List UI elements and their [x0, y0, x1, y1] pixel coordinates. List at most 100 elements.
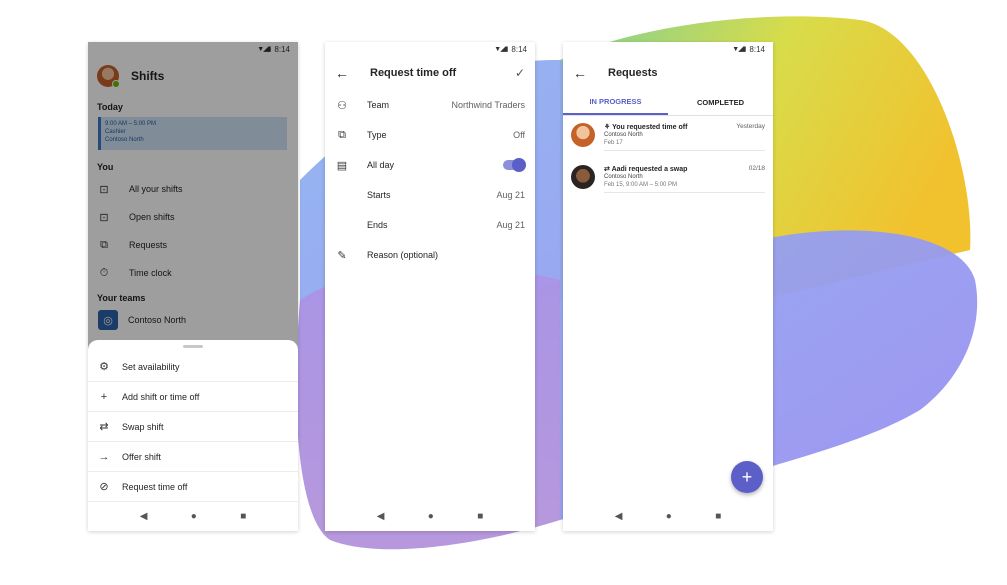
- nav-recent-icon[interactable]: ■: [477, 511, 483, 522]
- nav-item-label: All your shifts: [129, 184, 183, 194]
- field-label: All day: [367, 160, 395, 170]
- starts-field[interactable]: Starts Aug 21: [325, 180, 535, 210]
- nav-item-open-shifts[interactable]: ⊡ Open shifts: [88, 203, 298, 231]
- all-day-toggle[interactable]: [503, 158, 526, 172]
- back-arrow-icon[interactable]: ←: [573, 65, 597, 81]
- requests-icon: ⧉: [100, 238, 108, 251]
- team-name: Contoso North: [128, 315, 187, 325]
- pencil-icon: ✎: [337, 249, 347, 262]
- nav-item-all-shifts[interactable]: ⊡ All your shifts: [88, 175, 298, 203]
- system-nav-bar: ◀ ● ■: [563, 501, 773, 531]
- app-header: ← Requests: [563, 56, 773, 90]
- field-label: Starts: [367, 190, 391, 200]
- stopwatch-icon: ⏱: [99, 266, 109, 279]
- nav-home-icon[interactable]: ●: [666, 511, 672, 522]
- nav-item-label: Open shifts: [129, 212, 175, 222]
- nav-recent-icon[interactable]: ■: [715, 511, 721, 522]
- add-request-button[interactable]: +: [731, 461, 763, 493]
- nav-back-icon[interactable]: ◀: [140, 511, 148, 522]
- field-label: Team: [367, 100, 390, 110]
- availability-icon: ⚙: [99, 361, 109, 373]
- signal-icon: ▼◢▮: [732, 46, 746, 53]
- nav-item-label: Time clock: [129, 268, 172, 278]
- field-value: Off: [513, 130, 525, 140]
- page-title: Requests: [608, 67, 658, 79]
- request-team: Contoso North: [604, 132, 643, 138]
- status-time: 8:14: [274, 44, 290, 54]
- field-label: Reason (optional): [367, 250, 439, 260]
- swap-icon: ⇄: [99, 421, 109, 433]
- type-field[interactable]: ⧉ Type Off: [325, 120, 535, 150]
- avatar: [571, 165, 595, 189]
- status-bar: ▼◢▮ 8:14: [563, 42, 773, 56]
- sheet-item-label: Request time off: [122, 481, 188, 492]
- nav-recent-icon[interactable]: ■: [240, 511, 246, 522]
- arrow-right-icon: →: [98, 450, 110, 463]
- request-item[interactable]: ⚘ You requested time off Yesterday Conto…: [563, 116, 773, 158]
- set-availability-button[interactable]: ⚙ Set availability: [88, 352, 298, 382]
- status-bar: ▼◢▮ 8:14: [325, 42, 535, 56]
- request-title: Aadi requested a swap: [611, 166, 688, 173]
- nav-item-requests[interactable]: ⧉ Requests: [88, 231, 298, 259]
- type-icon: ⧉: [338, 128, 346, 141]
- request-date: Yesterday: [736, 123, 765, 130]
- nav-back-icon[interactable]: ◀: [377, 511, 385, 522]
- team-field[interactable]: ⚇ Team Northwind Traders: [325, 90, 535, 120]
- shift-card[interactable]: 9:00 AM – 5:00 PM Cashier Contoso North: [98, 117, 287, 150]
- plus-icon: +: [100, 390, 108, 403]
- ends-field[interactable]: Ends Aug 21: [325, 210, 535, 240]
- phone-request-time-off: ▼◢▮ 8:14 ← Request time off ✓ ⚇ Team Nor…: [325, 42, 535, 531]
- sheet-item-label: Add shift or time off: [122, 391, 200, 402]
- request-time-off-button[interactable]: ⊘ Request time off: [88, 472, 298, 502]
- reason-field[interactable]: ✎ Reason (optional): [325, 240, 535, 270]
- field-label: Ends: [367, 220, 388, 230]
- signal-icon: ▼◢▮: [494, 46, 508, 53]
- offer-shift-button[interactable]: → Offer shift: [88, 442, 298, 472]
- presence-icon: [112, 80, 120, 88]
- add-shift-button[interactable]: + Add shift or time off: [88, 382, 298, 412]
- status-time: 8:14: [511, 44, 527, 54]
- phone-requests: ▼◢▮ 8:14 ← Requests IN PROGRESS COMPLETE…: [563, 42, 773, 531]
- time-off-icon: ⚘: [604, 124, 611, 131]
- request-body: ⚘ You requested time off Yesterday Conto…: [604, 123, 765, 151]
- page-title: Request time off: [370, 67, 457, 79]
- nav-home-icon[interactable]: ●: [428, 511, 434, 522]
- request-item[interactable]: ⇄ Aadi requested a swap 02/18 Contoso No…: [563, 158, 773, 200]
- request-team: Contoso North: [604, 174, 643, 180]
- request-title: You requested time off: [612, 124, 688, 131]
- status-bar: ▼◢▮ 8:14: [88, 42, 298, 56]
- nav-item-label: Requests: [129, 240, 168, 250]
- back-arrow-icon[interactable]: ←: [335, 65, 359, 81]
- system-nav-bar: ◀ ● ■: [88, 501, 298, 531]
- blocked-icon: ⊘: [99, 481, 109, 493]
- page-title: Shifts: [131, 69, 165, 83]
- app-header: Shifts: [88, 56, 298, 96]
- nav-back-icon[interactable]: ◀: [615, 511, 623, 522]
- swap-shift-button[interactable]: ⇄ Swap shift: [88, 412, 298, 442]
- tab-in-progress[interactable]: IN PROGRESS: [563, 90, 668, 115]
- shift-location: Contoso North: [105, 137, 144, 143]
- calendar-icon: ▤: [336, 159, 348, 172]
- team-logo-icon: ◎: [98, 310, 118, 330]
- checkmark-icon[interactable]: ✓: [515, 66, 525, 80]
- nav-item-time-clock[interactable]: ⏱ Time clock: [88, 259, 298, 287]
- tab-completed[interactable]: COMPLETED: [668, 90, 773, 115]
- team-item[interactable]: ◎ Contoso North: [88, 306, 298, 334]
- status-time: 8:14: [749, 44, 765, 54]
- field-label: Type: [367, 130, 387, 140]
- shift-role: Cashier: [105, 129, 126, 135]
- request-body: ⇄ Aadi requested a swap 02/18 Contoso No…: [604, 165, 765, 193]
- avatar[interactable]: [97, 65, 120, 88]
- nav-home-icon[interactable]: ●: [191, 511, 197, 522]
- request-detail: Feb 15, 9:00 AM – 5:00 PM: [604, 182, 678, 188]
- request-date: 02/18: [748, 165, 765, 172]
- open-shifts-icon: ⊡: [99, 211, 109, 224]
- shift-time: 9:00 AM – 5:00 PM: [105, 121, 157, 127]
- teams-heading: Your teams: [97, 293, 146, 303]
- swap-icon: ⇄: [604, 166, 610, 173]
- signal-icon: ▼◢▮: [257, 46, 271, 53]
- sheet-handle[interactable]: [183, 345, 203, 348]
- field-value: Aug 21: [496, 190, 525, 200]
- field-value: Northwind Traders: [451, 100, 525, 110]
- tab-bar: IN PROGRESS COMPLETED: [563, 90, 773, 116]
